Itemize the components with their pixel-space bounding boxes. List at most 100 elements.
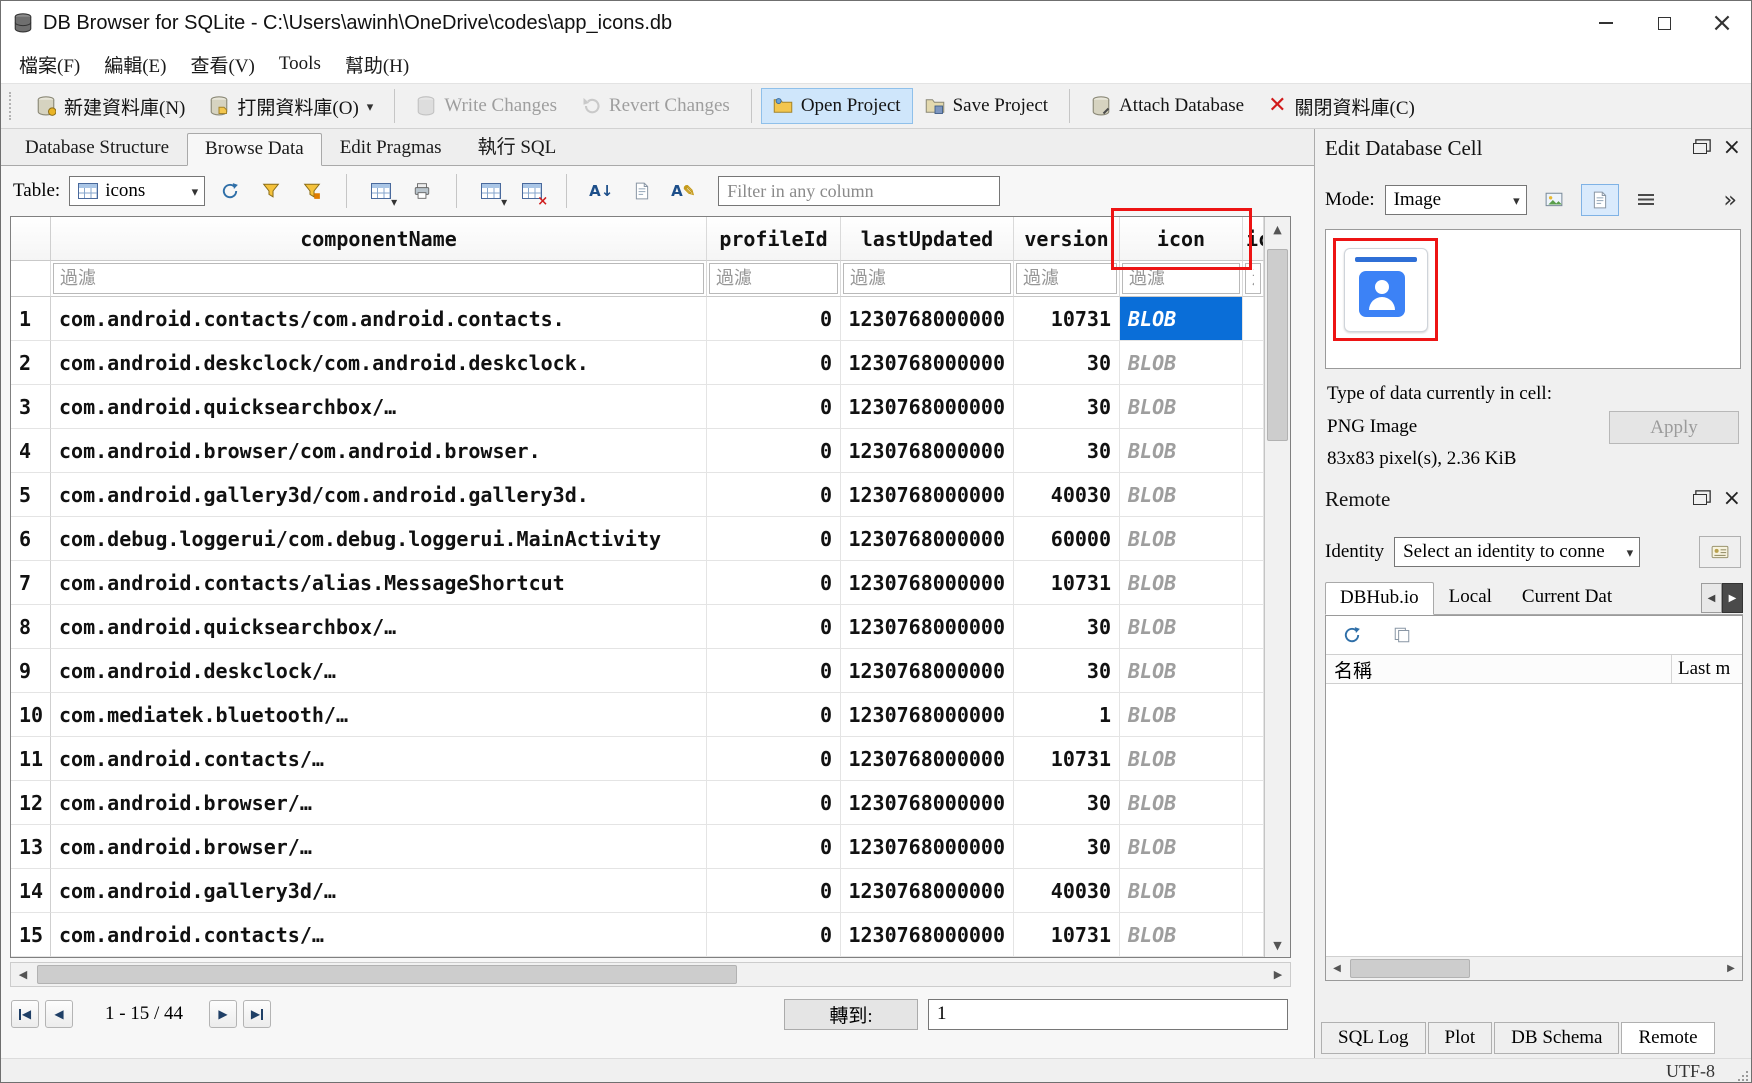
close-dock-icon[interactable]: ×: [1723, 137, 1741, 159]
row-number[interactable]: 3: [11, 385, 51, 429]
cell-extra[interactable]: [1243, 737, 1264, 781]
cell-version[interactable]: 30: [1014, 605, 1120, 649]
cell-profileId[interactable]: 0: [707, 561, 841, 605]
cell-componentName[interactable]: com.android.gallery3d/com.android.galler…: [51, 473, 707, 517]
cell-lastUpdated[interactable]: 1230768000000: [841, 605, 1014, 649]
cell-icon[interactable]: BLOB: [1120, 737, 1243, 781]
filter-input-profileId[interactable]: [709, 263, 838, 294]
cell-extra[interactable]: [1243, 693, 1264, 737]
row-number[interactable]: 1: [11, 297, 51, 341]
previous-page-button[interactable]: ◀: [45, 1000, 73, 1028]
row-number[interactable]: 12: [11, 781, 51, 825]
tab-browse-data[interactable]: Browse Data: [187, 133, 322, 166]
cell-icon[interactable]: BLOB: [1120, 693, 1243, 737]
row-number[interactable]: 9: [11, 649, 51, 693]
cell-icon[interactable]: BLOB: [1120, 517, 1243, 561]
float-dock-icon[interactable]: [1693, 494, 1707, 505]
goto-button[interactable]: 轉到:: [784, 999, 918, 1030]
row-number[interactable]: 8: [11, 605, 51, 649]
cell-componentName[interactable]: com.android.contacts/alias.MessageShortc…: [51, 561, 707, 605]
cell-componentName[interactable]: com.android.gallery3d/…: [51, 869, 707, 913]
menu-tools[interactable]: Tools: [267, 49, 333, 79]
word-wrap-button[interactable]: [1627, 184, 1665, 216]
cell-lastUpdated[interactable]: 1230768000000: [841, 429, 1014, 473]
column-header-version[interactable]: version: [1014, 217, 1120, 261]
cell-lastUpdated[interactable]: 1230768000000: [841, 341, 1014, 385]
row-number[interactable]: 14: [11, 869, 51, 913]
cell-extra[interactable]: [1243, 649, 1264, 693]
cell-icon[interactable]: BLOB: [1120, 781, 1243, 825]
vertical-scrollbar-thumb[interactable]: [1267, 249, 1288, 441]
horizontal-scrollbar-thumb[interactable]: [37, 965, 737, 984]
cell-componentName[interactable]: com.android.contacts/…: [51, 913, 707, 957]
cell-icon[interactable]: BLOB: [1120, 605, 1243, 649]
cell-version[interactable]: 10731: [1014, 913, 1120, 957]
cell-componentName[interactable]: com.android.browser/com.android.browser.: [51, 429, 707, 473]
cell-icon[interactable]: BLOB: [1120, 561, 1243, 605]
remote-scrollbar-thumb[interactable]: [1350, 959, 1470, 978]
cell-icon[interactable]: BLOB: [1120, 429, 1243, 473]
tab-execute-sql[interactable]: 執行 SQL: [460, 127, 575, 165]
remote-tab-local[interactable]: Local: [1434, 581, 1507, 614]
cell-lastUpdated[interactable]: 1230768000000: [841, 517, 1014, 561]
cell-extra[interactable]: [1243, 825, 1264, 869]
sort-ascending-button[interactable]: A↓: [585, 175, 617, 207]
write-changes-button[interactable]: Write Changes: [404, 88, 569, 124]
cell-profileId[interactable]: 0: [707, 605, 841, 649]
close-button[interactable]: ×: [1693, 1, 1751, 45]
cell-componentName[interactable]: com.android.contacts/com.android.contact…: [51, 297, 707, 341]
cell-lastUpdated[interactable]: 1230768000000: [841, 385, 1014, 429]
cell-componentName[interactable]: com.android.browser/…: [51, 781, 707, 825]
first-page-button[interactable]: ◀: [11, 1000, 39, 1028]
horizontal-scrollbar[interactable]: ◀ ▶: [10, 962, 1291, 987]
cell-componentName[interactable]: com.debug.loggerui/com.debug.loggerui.Ma…: [51, 517, 707, 561]
cell-lastUpdated[interactable]: 1230768000000: [841, 869, 1014, 913]
dock-tab-db-schema[interactable]: DB Schema: [1494, 1022, 1619, 1054]
remote-refresh-button[interactable]: [1336, 619, 1368, 651]
revert-changes-button[interactable]: Revert Changes: [569, 88, 742, 124]
resize-grip[interactable]: [1736, 1069, 1748, 1081]
tab-edit-pragmas[interactable]: Edit Pragmas: [322, 132, 460, 165]
cell-version[interactable]: 10731: [1014, 297, 1120, 341]
tab-scroll-left-button[interactable]: ◀: [1701, 583, 1722, 613]
scroll-left-button[interactable]: ◀: [1326, 957, 1348, 980]
column-header-componentName[interactable]: componentName: [51, 217, 707, 261]
new-database-button[interactable]: 新建資料庫(N): [24, 88, 197, 124]
cell-profileId[interactable]: 0: [707, 869, 841, 913]
row-number[interactable]: 5: [11, 473, 51, 517]
apply-button[interactable]: Apply: [1609, 411, 1739, 444]
column-header-lastUpdated[interactable]: lastUpdated: [841, 217, 1014, 261]
cell-componentName[interactable]: com.android.contacts/…: [51, 737, 707, 781]
row-number[interactable]: 7: [11, 561, 51, 605]
cell-profileId[interactable]: 0: [707, 341, 841, 385]
cell-profileId[interactable]: 0: [707, 473, 841, 517]
cell-lastUpdated[interactable]: 1230768000000: [841, 737, 1014, 781]
cell-version[interactable]: 30: [1014, 825, 1120, 869]
filter-input-lastUpdated[interactable]: [843, 263, 1011, 294]
cell-profileId[interactable]: 0: [707, 737, 841, 781]
cell-profileId[interactable]: 0: [707, 297, 841, 341]
cell-extra[interactable]: [1243, 429, 1264, 473]
dock-tab-plot[interactable]: Plot: [1428, 1022, 1493, 1054]
mode-combo[interactable]: Image ▾: [1385, 185, 1527, 215]
cell-componentName[interactable]: com.mediatek.bluetooth/…: [51, 693, 707, 737]
cell-icon[interactable]: BLOB: [1120, 385, 1243, 429]
cell-lastUpdated[interactable]: 1230768000000: [841, 825, 1014, 869]
cell-componentName[interactable]: com.android.deskclock/…: [51, 649, 707, 693]
cell-icon[interactable]: BLOB: [1120, 869, 1243, 913]
row-number[interactable]: 4: [11, 429, 51, 473]
open-project-button[interactable]: Open Project: [761, 88, 913, 124]
new-record-button[interactable]: ▾: [475, 175, 507, 207]
cell-version[interactable]: 1: [1014, 693, 1120, 737]
row-number[interactable]: 13: [11, 825, 51, 869]
scroll-right-button[interactable]: ▶: [1266, 963, 1290, 986]
tab-database-structure[interactable]: Database Structure: [7, 132, 187, 165]
row-number[interactable]: 2: [11, 341, 51, 385]
filter-input-version[interactable]: [1016, 263, 1117, 294]
open-database-button[interactable]: 打開資料庫(O) ▾: [197, 88, 385, 124]
remote-tab-dbhub[interactable]: DBHub.io: [1325, 582, 1434, 615]
filter-any-column-input[interactable]: [718, 176, 1000, 206]
save-project-button[interactable]: Save Project: [913, 88, 1061, 124]
cell-extra[interactable]: [1243, 781, 1264, 825]
delete-record-button[interactable]: ×: [516, 175, 548, 207]
